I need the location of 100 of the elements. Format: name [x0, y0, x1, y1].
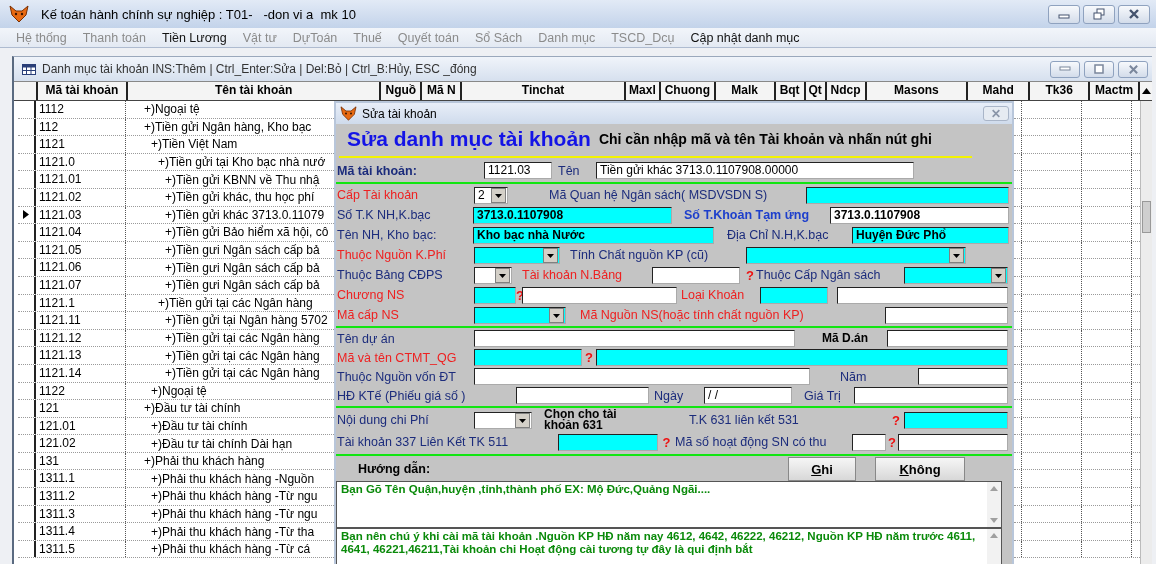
text-field[interactable]: [760, 286, 828, 304]
table-cell: 1121.06: [36, 259, 126, 276]
table-cell: 121.02: [36, 435, 126, 452]
table-cell: 1122: [36, 382, 126, 400]
text-field[interactable]: [474, 368, 810, 385]
table-cell: +)Tiền Việt Nam: [151, 137, 238, 152]
table-cell: +)Phải thu khách hàng -Từ cá: [151, 542, 311, 557]
guide-label: Hướng dẫn:: [358, 462, 432, 476]
text-field[interactable]: [596, 349, 1008, 366]
field-label: Cấp Tài khoản: [337, 188, 420, 202]
table-cell: +)Tiền gửi Ngân hàng, Kho bạc: [144, 119, 312, 134]
text-field[interactable]: [904, 411, 1008, 429]
scroll-thumb[interactable]: [1142, 201, 1151, 233]
menu-item[interactable]: Tiền Lương: [162, 30, 227, 45]
field-label: Mã Nguồn NS(hoặc tính chất nguồn KP): [580, 308, 805, 322]
field-label: Tài khoản 337 Liên Kết TK 511: [337, 435, 510, 449]
text-field[interactable]: Kho bạc nhà Nước: [473, 226, 714, 244]
text-field[interactable]: 3713.0.1107908: [830, 206, 1009, 224]
close-icon: [991, 109, 1001, 118]
text-field[interactable]: [474, 286, 516, 304]
text-field[interactable]: [474, 330, 795, 347]
table-icon: [22, 63, 36, 75]
caret-icon: [515, 412, 530, 428]
restore-icon: [1093, 8, 1105, 20]
dropdown-field[interactable]: [474, 246, 560, 264]
caret-icon: [991, 267, 1006, 283]
field-label: Năm: [840, 369, 868, 384]
table-cell: +)Đầu tư tài chính Dài hạn: [151, 436, 293, 451]
table-cell: 112: [36, 118, 126, 136]
scrollbar[interactable]: [987, 529, 1001, 564]
field-label: Tên dự án: [337, 331, 396, 346]
row-pointer-icon: [23, 210, 29, 220]
table-cell: +)Tiền gửi tại các Ngân hàng: [165, 331, 320, 345]
caret-icon: [491, 187, 506, 203]
dropdown-field[interactable]: [474, 411, 532, 429]
window-title: Kế toán hành chính sự nghiệp : T01- -don vi a mk 10: [41, 6, 356, 22]
table-cell: +)Phải thu khách hàng -Nguồn: [151, 471, 315, 486]
table-cell: +)Tiền gửi tại Kho bạc nhà nướ: [158, 155, 326, 170]
dropdown-field[interactable]: 2: [474, 186, 508, 204]
text-field[interactable]: [837, 286, 1008, 304]
close-button[interactable]: [1118, 60, 1148, 78]
table-cell: 131: [36, 452, 126, 470]
text-field[interactable]: / /: [704, 387, 792, 404]
table-cell: +)Tiền gửi KBNN về Thu nhậ: [165, 172, 320, 187]
fox-icon: [340, 106, 357, 121]
table-cell: 121: [36, 400, 126, 417]
close-button[interactable]: [1118, 4, 1150, 24]
table-cell: +)Tiền gửi tại Ngân hàng 5702: [165, 313, 328, 328]
caret-icon: [549, 307, 564, 323]
minimize-button[interactable]: [1048, 4, 1080, 24]
text-field[interactable]: [522, 286, 677, 304]
maximize-icon: [1094, 64, 1104, 74]
field-label: Loại Khoản: [681, 288, 746, 302]
text-field[interactable]: Tiền gửi khác 3713.0.1107908.00000: [596, 162, 914, 179]
table-cell: 1121.04: [36, 224, 126, 241]
text-field[interactable]: [898, 433, 1008, 451]
table-cell: +)Tiền gưi Ngân sách cấp bả: [165, 278, 320, 293]
maximize-button[interactable]: [1084, 60, 1114, 78]
table-cell: +)Ngoại tệ: [144, 102, 200, 117]
field-label: Số T.K NH,K.bạc: [337, 208, 432, 222]
close-icon: [1128, 8, 1140, 20]
table-cell: +)Tiền gửi khác 3713.0.11079: [165, 207, 325, 222]
field-label: Mã cấp NS: [337, 308, 400, 322]
dialog-button[interactable]: Ghi: [788, 457, 856, 481]
text-field[interactable]: 1121.03: [484, 162, 552, 179]
text-field[interactable]: [852, 433, 886, 451]
field-label: Mã tài khoản:: [337, 163, 418, 178]
table-cell: +)Phải thu khách hàng -Từ ngu: [151, 506, 318, 521]
text-field[interactable]: [918, 368, 1008, 385]
text-field[interactable]: Huyện Đức Phổ: [852, 226, 1009, 244]
table-cell: 1121.1: [36, 294, 126, 312]
help-mark: ?: [891, 412, 901, 428]
dropdown-field[interactable]: [904, 266, 1008, 284]
text-field[interactable]: [558, 433, 658, 451]
dropdown-field[interactable]: [474, 306, 566, 324]
help-mark: ?: [661, 434, 672, 450]
menu-item[interactable]: Cập nhật danh mục: [690, 30, 800, 45]
scroll-up-icon[interactable]: [1141, 88, 1151, 94]
table-cell: 1311.5: [36, 540, 126, 558]
text-field[interactable]: [652, 266, 740, 284]
table-cell: +)Đầu tư tài chính: [144, 401, 241, 416]
table-cell: +)Phải thu khách hàng: [144, 454, 265, 469]
table-cell: 1311.1: [36, 470, 126, 488]
text-field[interactable]: [806, 186, 1009, 204]
text-field[interactable]: [854, 387, 1008, 404]
dropdown-field[interactable]: [474, 266, 512, 284]
text-field[interactable]: 3713.0.1107908: [473, 206, 672, 224]
field-label: Giá Trị: [804, 388, 842, 403]
table-cell: 1121: [36, 136, 126, 153]
field-label: Tên NH, Kho bạc:: [337, 228, 438, 242]
text-field[interactable]: [887, 330, 1008, 347]
help-mark: ?: [887, 434, 897, 450]
text-field[interactable]: [474, 349, 582, 366]
table-cell: +)Ngoại tệ: [151, 383, 207, 398]
caret-icon: [543, 247, 558, 263]
field-label: HĐ KTế (Phiếu giá số ): [337, 388, 467, 403]
dropdown-field[interactable]: [746, 246, 966, 264]
text-field[interactable]: [516, 387, 649, 404]
dialog-button[interactable]: Không: [875, 457, 965, 481]
text-field[interactable]: [885, 306, 1008, 324]
